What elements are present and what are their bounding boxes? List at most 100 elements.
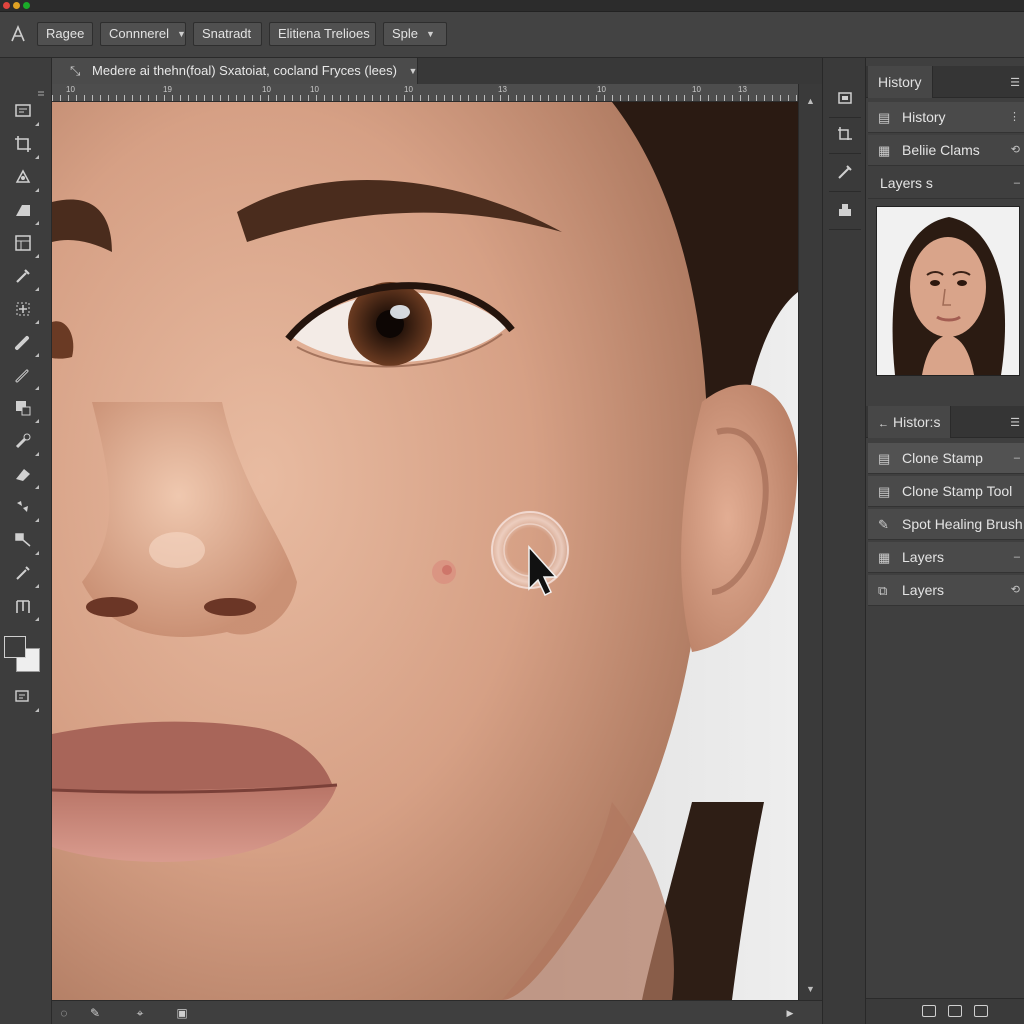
- tab-history[interactable]: History: [868, 66, 933, 98]
- tool-options-bar: Ragee Connnerel ▼ Snatradt Elitiena Treli…: [0, 12, 1024, 58]
- toolbar-collapse-handle[interactable]: [0, 86, 52, 96]
- thumbnail-portrait: [877, 207, 1019, 375]
- layers-header[interactable]: Layers s –: [868, 168, 1024, 199]
- layer-thumbnail[interactable]: [876, 206, 1020, 376]
- dodge-tool-icon[interactable]: [10, 531, 39, 557]
- ruler-number: 10: [310, 85, 319, 94]
- history-item[interactable]: ▤ Clone Stamp –: [868, 443, 1024, 474]
- layers-icon: ▦: [878, 550, 891, 565]
- tab-label: Histor:s: [893, 414, 941, 430]
- history-row-label: History: [902, 109, 946, 125]
- new-snapshot-icon[interactable]: [922, 1005, 936, 1017]
- ruler-number: 10: [404, 85, 413, 94]
- history-item[interactable]: ✎ Spot Healing Brush: [868, 509, 1024, 540]
- lasso-tool-icon[interactable]: [10, 168, 39, 194]
- layers-icon: ⧉: [878, 583, 888, 598]
- minimize-window-button[interactable]: [13, 2, 20, 9]
- pen-tool-icon[interactable]: [10, 564, 39, 590]
- move-tool-icon[interactable]: [9, 24, 27, 44]
- eraser-tool-icon[interactable]: [10, 465, 39, 491]
- history-item-label: Clone Stamp: [902, 450, 983, 466]
- history-item[interactable]: ▤ Clone Stamp Tool: [868, 476, 1024, 507]
- link-icon: ⟲: [1010, 584, 1020, 596]
- option-button-4[interactable]: Elitiena Trelioes: [269, 22, 376, 46]
- maximize-window-button[interactable]: [23, 2, 30, 9]
- option-dropdown-5[interactable]: Sple ▼: [383, 22, 447, 46]
- stamp-icon: ▤: [878, 451, 891, 466]
- crop-tool-icon[interactable]: [10, 135, 39, 161]
- image-icon[interactable]: ▣: [174, 1006, 190, 1020]
- chevron-down-icon: ▼: [408, 66, 418, 76]
- vertical-scrollbar[interactable]: ▲ ▼: [798, 84, 822, 1000]
- panel-menu-icon[interactable]: ☰: [1010, 416, 1020, 429]
- close-window-button[interactable]: [3, 2, 10, 9]
- bandage-icon: ✎: [878, 517, 889, 532]
- crop-panel-icon[interactable]: [829, 124, 861, 154]
- ruler-number: 10: [66, 85, 75, 94]
- document-arrange-icon: ⤡: [70, 63, 81, 78]
- option-button-1[interactable]: Ragee: [37, 22, 93, 46]
- ruler-number: 10: [597, 85, 606, 94]
- frame-tool-icon[interactable]: [10, 234, 39, 260]
- history-row[interactable]: ▤ History ⋮: [868, 102, 1024, 133]
- more-icon: –: [1013, 551, 1020, 563]
- foreground-color-swatch[interactable]: [4, 636, 26, 658]
- image-canvas[interactable]: [52, 102, 798, 1000]
- option-label: Snatradt: [202, 26, 252, 41]
- brush-icon[interactable]: ✎: [87, 1006, 103, 1020]
- right-panels: History ☰ ▤ History ⋮ ▦ Beliie Clams ⟲ L…: [866, 58, 1024, 1024]
- option-label: Sple: [392, 26, 419, 41]
- history-icon: ▤: [878, 110, 891, 125]
- new-document-icon[interactable]: [948, 1005, 962, 1017]
- stamp-icon: ▤: [878, 484, 891, 499]
- history-panel-tabs: History ☰: [866, 66, 1024, 98]
- horizontal-ruler[interactable]: 10 19 10 10 10 13 10 10 13: [52, 84, 804, 102]
- panel-collapse-icon[interactable]: –: [1014, 168, 1020, 198]
- spot-healing-brush-tool-icon[interactable]: [10, 333, 39, 359]
- document-tab-bar: ⤡ Medere ai thehn(foal) Sxatoiat, coclan…: [52, 58, 822, 84]
- option-button-3[interactable]: Snatradt: [193, 22, 262, 46]
- clone-stamp-tool-icon[interactable]: [10, 399, 39, 425]
- portrait-photo: [52, 102, 798, 1000]
- tab-label: History: [878, 74, 922, 90]
- option-label: Elitiena Trelioes: [278, 26, 370, 41]
- more-icon: –: [1013, 452, 1020, 464]
- marquee-tool-icon[interactable]: [10, 102, 39, 128]
- history-row[interactable]: ▦ Beliie Clams ⟲: [868, 135, 1024, 166]
- delete-icon[interactable]: [974, 1005, 988, 1017]
- ruler-number: 13: [738, 85, 747, 94]
- document-tab[interactable]: ⤡ Medere ai thehn(foal) Sxatoiat, coclan…: [52, 58, 418, 84]
- scroll-down-icon[interactable]: ▼: [806, 984, 815, 994]
- eyedropper-tool-icon[interactable]: [10, 267, 39, 293]
- history-brush-tool-icon[interactable]: [10, 432, 39, 458]
- gradient-tool-icon[interactable]: [10, 498, 39, 524]
- ruler-number: 13: [498, 85, 507, 94]
- option-label: Connnerel: [109, 26, 169, 41]
- transform-icon[interactable]: ⌖: [132, 1006, 148, 1020]
- scroll-up-icon[interactable]: ▲: [806, 96, 815, 106]
- chevron-down-icon: ▼: [426, 29, 435, 39]
- back-arrow-icon: ←: [878, 418, 889, 430]
- history-item[interactable]: ▦ Layers –: [868, 542, 1024, 573]
- link-icon: ⟲: [1010, 144, 1020, 156]
- snapshot-icon: ▦: [878, 143, 891, 158]
- quick-mask-tool-icon[interactable]: [10, 688, 39, 714]
- tools-panel: [0, 58, 52, 1024]
- quick-selection-tool-icon[interactable]: [10, 201, 39, 227]
- document-title: Medere ai thehn(foal) Sxatoiat, cocland …: [92, 63, 397, 78]
- record-icon[interactable]: ◌: [56, 1006, 72, 1020]
- tab-history-2[interactable]: ← Histor:s: [868, 406, 952, 438]
- option-dropdown-2[interactable]: Connnerel ▼: [100, 22, 186, 46]
- more-icon: ⋮: [1009, 111, 1020, 123]
- brush-settings-icon[interactable]: [829, 162, 861, 192]
- panel-menu-icon[interactable]: ☰: [1010, 76, 1020, 89]
- type-tool-icon[interactable]: [10, 597, 39, 623]
- clone-source-icon[interactable]: [829, 200, 861, 230]
- scroll-right-icon[interactable]: ▶: [782, 1006, 798, 1020]
- artboard-icon[interactable]: [829, 88, 861, 118]
- transform-tool-icon[interactable]: [10, 300, 39, 326]
- history-item-label: Layers: [902, 549, 945, 565]
- history-item[interactable]: ⧉ Layers ⟲: [868, 575, 1024, 606]
- status-bar: ◌ ✎ ⌖ ▣ ▶: [52, 1000, 822, 1024]
- brush-tool-icon[interactable]: [10, 366, 39, 392]
